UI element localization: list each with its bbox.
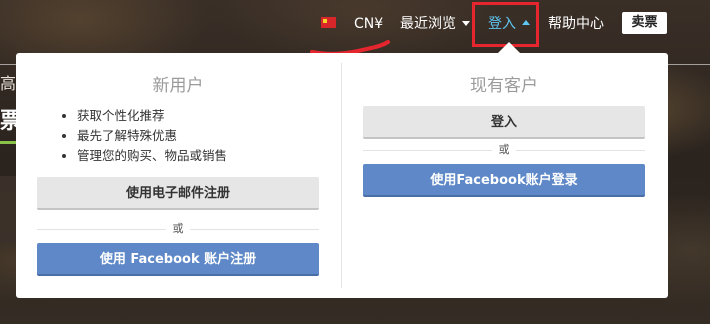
facebook-signup-button[interactable]: 使用 Facebook 账户注册 — [37, 243, 319, 276]
sell-tickets-button[interactable]: 卖票 — [622, 12, 667, 34]
benefit-item: 管理您的购买、物品或销售 — [77, 146, 227, 166]
benefit-item: 获取个性化推荐 — [77, 106, 227, 126]
or-separator: 或 — [363, 142, 645, 158]
or-separator: 或 — [37, 221, 319, 237]
china-flag-icon[interactable] — [321, 17, 336, 28]
background-accent-bar — [0, 141, 16, 144]
background-block — [0, 176, 16, 242]
or-label: 或 — [492, 142, 516, 158]
benefit-item: 最先了解特殊优惠 — [77, 126, 227, 146]
recently-viewed-label: 最近浏览 — [400, 16, 456, 32]
facebook-login-button[interactable]: 使用Facebook账户登录 — [363, 164, 645, 197]
login-dropdown-panel: 新用户 获取个性化推荐 最先了解特殊优惠 管理您的购买、物品或销售 使用电子邮件… — [16, 53, 668, 298]
existing-user-title: 现有客户 — [470, 76, 538, 96]
recently-viewed-menu[interactable]: 最近浏览 — [400, 14, 470, 34]
new-user-title: 新用户 — [152, 76, 204, 96]
email-signup-button[interactable]: 使用电子邮件注册 — [37, 177, 319, 210]
help-center-link[interactable]: 帮助中心 — [548, 14, 604, 34]
column-divider — [341, 63, 342, 288]
currency-selector[interactable]: CN¥ — [354, 14, 383, 34]
benefits-list: 获取个性化推荐 最先了解特殊优惠 管理您的购买、物品或销售 — [63, 106, 227, 166]
dropdown-pointer — [498, 42, 520, 53]
top-navigation: CN¥ 最近浏览 登入 帮助中心 卖票 — [0, 12, 710, 36]
chevron-down-icon — [462, 20, 470, 26]
login-button[interactable]: 登入 — [363, 106, 645, 139]
annotation-highlight-box — [472, 2, 539, 47]
or-label: 或 — [166, 221, 190, 237]
